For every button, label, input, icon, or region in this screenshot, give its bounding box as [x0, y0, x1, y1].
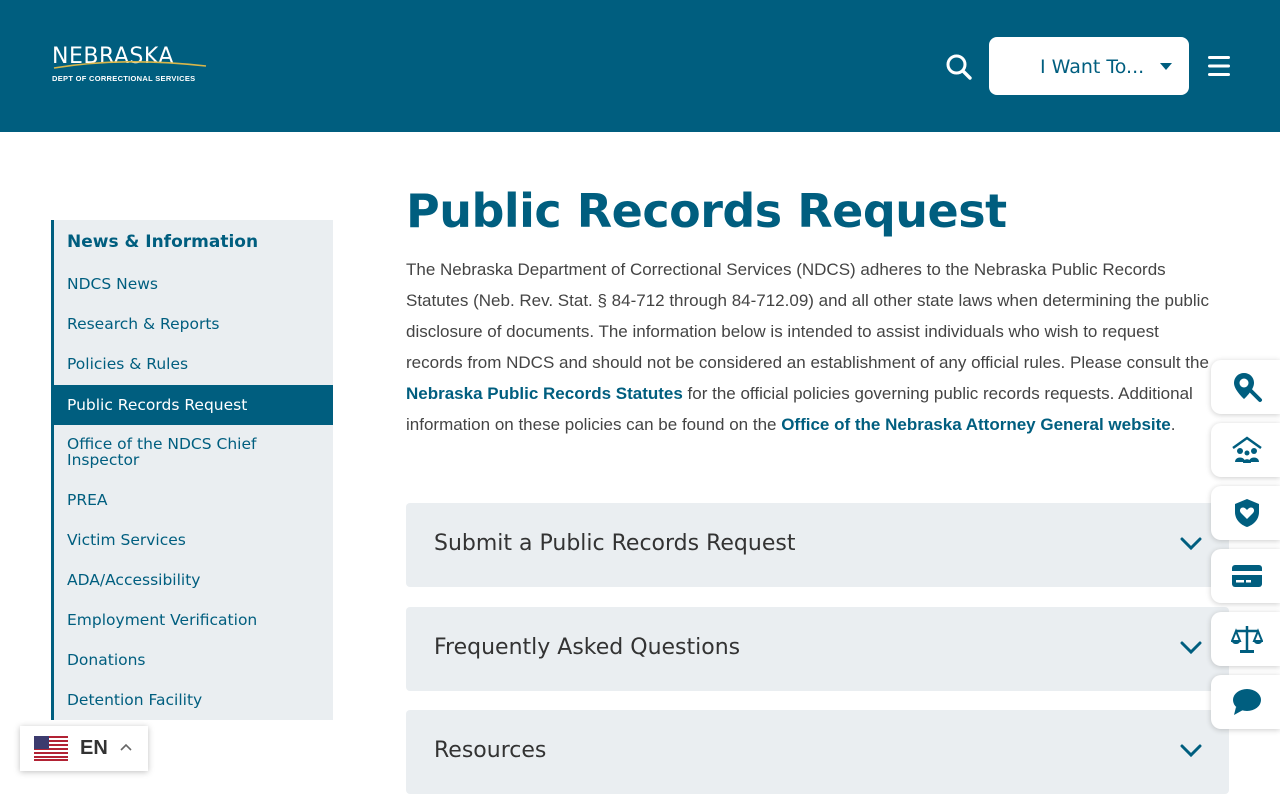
- intro-text-3: .: [1170, 415, 1176, 434]
- attorney-general-link[interactable]: Office of the Nebraska Attorney General …: [781, 415, 1171, 434]
- sidebar-item-policies-rules[interactable]: Policies & Rules: [54, 344, 333, 384]
- logo-subtitle: DEPT OF CORRECTIONAL SERVICES: [52, 74, 196, 83]
- search-icon: [946, 54, 972, 80]
- quick-link-legal[interactable]: [1211, 612, 1280, 666]
- sidebar-heading[interactable]: News & Information: [67, 232, 258, 252]
- chevron-down-icon: [1180, 641, 1202, 655]
- public-records-statutes-link[interactable]: Nebraska Public Records Statutes: [406, 384, 683, 403]
- page-title: Public Records Request: [406, 184, 1007, 238]
- quick-link-payments[interactable]: [1211, 549, 1280, 603]
- quick-link-locations[interactable]: [1211, 360, 1280, 414]
- main-menu-button[interactable]: [1206, 54, 1232, 78]
- sidebar-item-ndcs-news[interactable]: NDCS News: [54, 264, 333, 304]
- sidebar-item-prea[interactable]: PREA: [54, 480, 333, 520]
- accordion-faq[interactable]: Frequently Asked Questions: [406, 607, 1229, 691]
- sidebar-item-detention-facility[interactable]: Detention Facility: [54, 680, 333, 720]
- accordion-label: Frequently Asked Questions: [434, 635, 741, 660]
- shield-heart-icon: [1235, 499, 1259, 527]
- i-want-to-dropdown[interactable]: I Want To...: [989, 37, 1189, 95]
- chevron-down-icon: [1180, 537, 1202, 551]
- sidebar-item-chief-inspector[interactable]: Office of the NDCS Chief Inspector: [54, 432, 284, 472]
- search-button[interactable]: [944, 52, 974, 82]
- ndcs-logo[interactable]: NEBRASKA DEPT OF CORRECTIONAL SERVICES: [52, 44, 212, 88]
- sidebar-item-public-records-request[interactable]: Public Records Request: [54, 385, 333, 425]
- sidebar-item-ada-accessibility[interactable]: ADA/Accessibility: [54, 560, 333, 600]
- caret-down-icon: [1160, 63, 1172, 70]
- scales-icon: [1231, 626, 1263, 653]
- family-home-icon: [1232, 436, 1262, 463]
- i-want-to-label: I Want To...: [1040, 56, 1145, 78]
- sidebar-item-donations[interactable]: Donations: [54, 640, 333, 680]
- accordion-label: Resources: [434, 738, 547, 763]
- quick-link-victim-services[interactable]: [1211, 486, 1280, 540]
- sidebar-item-research-reports[interactable]: Research & Reports: [54, 304, 333, 344]
- map-search-icon: [1234, 373, 1262, 402]
- sidebar-nav: News & Information NDCS News Research & …: [51, 220, 333, 720]
- site-header: NEBRASKA DEPT OF CORRECTIONAL SERVICES I…: [0, 0, 1280, 132]
- hamburger-menu-icon: [1208, 56, 1230, 76]
- credit-card-icon: [1232, 565, 1262, 587]
- intro-text-1: The Nebraska Department of Correctional …: [406, 260, 1209, 372]
- logo-swoosh-icon: [53, 60, 207, 69]
- quick-link-contact[interactable]: [1211, 675, 1280, 729]
- accordion-submit-request[interactable]: Submit a Public Records Request: [406, 503, 1229, 587]
- chevron-down-icon: [1180, 744, 1202, 758]
- sidebar-item-employment-verification[interactable]: Employment Verification: [54, 600, 333, 640]
- language-selector[interactable]: EN: [20, 726, 148, 771]
- sidebar-item-victim-services[interactable]: Victim Services: [54, 520, 333, 560]
- us-flag-icon: [34, 736, 68, 761]
- quick-link-visitation[interactable]: [1211, 423, 1280, 477]
- language-code: EN: [80, 737, 108, 759]
- chevron-up-icon: [120, 743, 132, 751]
- accordion-resources[interactable]: Resources: [406, 710, 1229, 794]
- intro-paragraph: The Nebraska Department of Correctional …: [406, 254, 1218, 440]
- chat-bubble-icon: [1233, 689, 1261, 715]
- accordion-label: Submit a Public Records Request: [434, 531, 796, 556]
